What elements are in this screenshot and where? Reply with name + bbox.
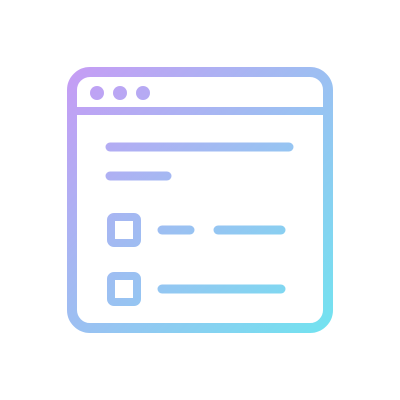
window-dot-2 (113, 86, 127, 100)
checkbox-1 (107, 213, 141, 247)
checkbox-2 (107, 272, 141, 306)
browser-window-checklist-icon (67, 67, 333, 333)
window-dot-3 (136, 86, 150, 100)
window-dot-1 (90, 86, 104, 100)
icon-canvas (0, 0, 400, 400)
